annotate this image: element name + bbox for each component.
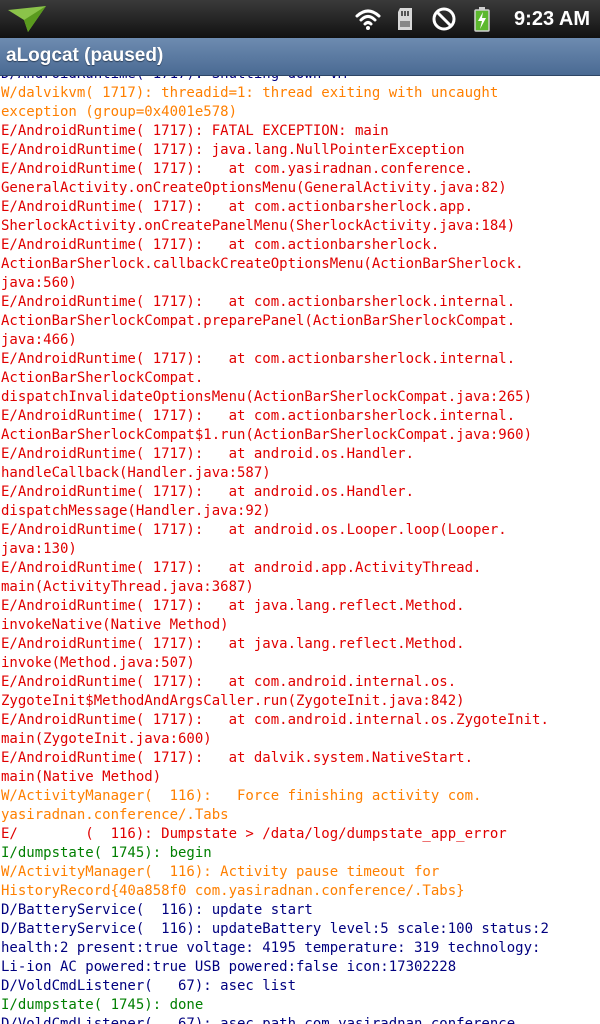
log-line: main(Native Method) bbox=[1, 769, 162, 785]
log-line: main(ActivityThread.java:3687) bbox=[1, 579, 254, 595]
log-line: Li-ion AC powered:true USB powered:false… bbox=[1, 959, 457, 975]
log-entry[interactable]: E/AndroidRuntime( 1717): at dalvik.syste… bbox=[0, 749, 600, 787]
status-icons: 9:23 AM bbox=[354, 0, 590, 38]
status-clock: 9:23 AM bbox=[514, 7, 590, 30]
log-line: E/AndroidRuntime( 1717): at com.yasiradn… bbox=[1, 161, 474, 177]
log-line: E/AndroidRuntime( 1717): FATAL EXCEPTION… bbox=[1, 123, 389, 139]
notification-arrow-icon[interactable] bbox=[6, 4, 50, 34]
log-line: I/dumpstate( 1745): begin bbox=[1, 845, 212, 861]
log-view[interactable]: D/AndroidRuntime( 1717): Shutting down V… bbox=[0, 65, 600, 1024]
log-line: java:560) bbox=[1, 275, 77, 291]
log-line: SherlockActivity.onCreatePanelMenu(Sherl… bbox=[1, 218, 516, 234]
log-entry[interactable]: E/AndroidRuntime( 1717): at android.app.… bbox=[0, 559, 600, 597]
log-line: D/VoldCmdListener( 67): asec list bbox=[1, 978, 297, 994]
log-line: java:466) bbox=[1, 332, 77, 348]
log-entry[interactable]: E/AndroidRuntime( 1717): at java.lang.re… bbox=[0, 635, 600, 673]
log-line: ZygoteInit$MethodAndArgsCaller.run(Zygot… bbox=[1, 693, 465, 709]
log-entry[interactable]: I/dumpstate( 1745): done bbox=[0, 996, 600, 1015]
log-line: I/dumpstate( 1745): done bbox=[1, 997, 204, 1013]
log-line: E/AndroidRuntime( 1717): at com.android.… bbox=[1, 712, 549, 728]
status-bar: 9:23 AM bbox=[0, 0, 600, 38]
log-entry[interactable]: E/AndroidRuntime( 1717): at com.actionba… bbox=[0, 198, 600, 236]
log-line: ActionBarSherlock.callbackCreateOptionsM… bbox=[1, 256, 524, 272]
log-line: ActionBarSherlockCompat. bbox=[1, 370, 204, 386]
log-entry[interactable]: D/VoldCmdListener( 67): asec path com.ya… bbox=[0, 1015, 600, 1024]
log-entry[interactable]: D/BatteryService( 116): updateBattery le… bbox=[0, 920, 600, 977]
log-entry[interactable]: E/AndroidRuntime( 1717): at android.os.L… bbox=[0, 521, 600, 559]
log-line: yasiradnan.conference/.Tabs bbox=[1, 807, 229, 823]
log-line: E/AndroidRuntime( 1717): at com.actionba… bbox=[1, 294, 516, 310]
log-entry[interactable]: E/ ( 116): Dumpstate > /data/log/dumpsta… bbox=[0, 825, 600, 844]
log-line: health:2 present:true voltage: 4195 temp… bbox=[1, 940, 541, 956]
log-line: E/AndroidRuntime( 1717): at java.lang.re… bbox=[1, 598, 465, 614]
log-line: main(ZygoteInit.java:600) bbox=[1, 731, 212, 747]
log-line: D/BatteryService( 116): updateBattery le… bbox=[1, 921, 549, 937]
log-entry[interactable]: E/AndroidRuntime( 1717): at java.lang.re… bbox=[0, 597, 600, 635]
log-entry[interactable]: W/ActivityManager( 116): Activity pause … bbox=[0, 863, 600, 901]
log-line: E/AndroidRuntime( 1717): at com.android.… bbox=[1, 674, 457, 690]
log-entry[interactable]: E/AndroidRuntime( 1717): at com.actionba… bbox=[0, 407, 600, 445]
wifi-icon bbox=[355, 9, 381, 30]
log-line: E/AndroidRuntime( 1717): at java.lang.re… bbox=[1, 636, 465, 652]
log-entry[interactable]: D/BatteryService( 116): update start bbox=[0, 901, 600, 920]
log-line: ActionBarSherlockCompat.preparePanel(Act… bbox=[1, 313, 516, 329]
log-line: E/AndroidRuntime( 1717): at dalvik.syste… bbox=[1, 750, 474, 766]
app-title: aLogcat (paused) bbox=[6, 45, 164, 66]
log-line: HistoryRecord{40a858f0 com.yasiradnan.co… bbox=[1, 883, 465, 899]
log-line: exception (group=0x4001e578) bbox=[1, 104, 238, 120]
log-line: W/ActivityManager( 116): Force finishing… bbox=[1, 788, 482, 804]
log-line: dispatchInvalidateOptionsMenu(ActionBarS… bbox=[1, 389, 533, 405]
log-entry[interactable]: E/AndroidRuntime( 1717): at android.os.H… bbox=[0, 483, 600, 521]
log-line: E/AndroidRuntime( 1717): java.lang.NullP… bbox=[1, 142, 465, 158]
log-line: W/dalvikvm( 1717): threadid=1: thread ex… bbox=[1, 85, 499, 101]
title-bar: aLogcat (paused) bbox=[0, 38, 600, 76]
log-line: D/VoldCmdListener( 67): asec path com.ya… bbox=[1, 1016, 516, 1024]
log-line: E/ ( 116): Dumpstate > /data/log/dumpsta… bbox=[1, 826, 507, 842]
log-line: java:130) bbox=[1, 541, 77, 557]
sd-card-icon bbox=[398, 8, 413, 30]
log-line: E/AndroidRuntime( 1717): at android.os.L… bbox=[1, 522, 507, 538]
log-line: W/ActivityManager( 116): Activity pause … bbox=[1, 864, 440, 880]
log-line: invoke(Method.java:507) bbox=[1, 655, 195, 671]
log-entry[interactable]: E/AndroidRuntime( 1717): at com.android.… bbox=[0, 673, 600, 711]
log-line: D/BatteryService( 116): update start bbox=[1, 902, 313, 918]
log-entry[interactable]: I/dumpstate( 1745): begin bbox=[0, 844, 600, 863]
log-line: dispatchMessage(Handler.java:92) bbox=[1, 503, 271, 519]
log-line: handleCallback(Handler.java:587) bbox=[1, 465, 271, 481]
battery-charging-icon bbox=[474, 7, 490, 32]
log-entry[interactable]: E/AndroidRuntime( 1717): at com.actionba… bbox=[0, 293, 600, 350]
log-line: E/AndroidRuntime( 1717): at android.app.… bbox=[1, 560, 482, 576]
app-window: 9:23 AM aLogcat (paused) D/AndroidRuntim… bbox=[0, 0, 600, 1024]
log-entry[interactable]: E/AndroidRuntime( 1717): at android.os.H… bbox=[0, 445, 600, 483]
log-line: E/AndroidRuntime( 1717): at com.actionba… bbox=[1, 237, 440, 253]
log-entry[interactable]: E/AndroidRuntime( 1717): at com.actionba… bbox=[0, 350, 600, 407]
log-entry[interactable]: D/VoldCmdListener( 67): asec list bbox=[0, 977, 600, 996]
no-sim-icon bbox=[432, 7, 456, 31]
log-line: ActionBarSherlockCompat$1.run(ActionBarS… bbox=[1, 427, 533, 443]
log-line: E/AndroidRuntime( 1717): at com.actionba… bbox=[1, 199, 474, 215]
log-entry[interactable]: E/AndroidRuntime( 1717): java.lang.NullP… bbox=[0, 141, 600, 160]
log-entry[interactable]: E/AndroidRuntime( 1717): at com.yasiradn… bbox=[0, 160, 600, 198]
log-entry[interactable]: E/AndroidRuntime( 1717): FATAL EXCEPTION… bbox=[0, 122, 600, 141]
log-line: invokeNative(Native Method) bbox=[1, 617, 229, 633]
log-line: E/AndroidRuntime( 1717): at com.actionba… bbox=[1, 351, 516, 367]
log-entry[interactable]: E/AndroidRuntime( 1717): at com.android.… bbox=[0, 711, 600, 749]
log-entry[interactable]: E/AndroidRuntime( 1717): at com.actionba… bbox=[0, 236, 600, 293]
log-entry[interactable]: W/ActivityManager( 116): Force finishing… bbox=[0, 787, 600, 825]
log-line: GeneralActivity.onCreateOptionsMenu(Gene… bbox=[1, 180, 507, 196]
log-line: E/AndroidRuntime( 1717): at android.os.H… bbox=[1, 446, 415, 462]
log-line: E/AndroidRuntime( 1717): at android.os.H… bbox=[1, 484, 415, 500]
log-line: E/AndroidRuntime( 1717): at com.actionba… bbox=[1, 408, 516, 424]
log-entry[interactable]: W/dalvikvm( 1717): threadid=1: thread ex… bbox=[0, 84, 600, 122]
